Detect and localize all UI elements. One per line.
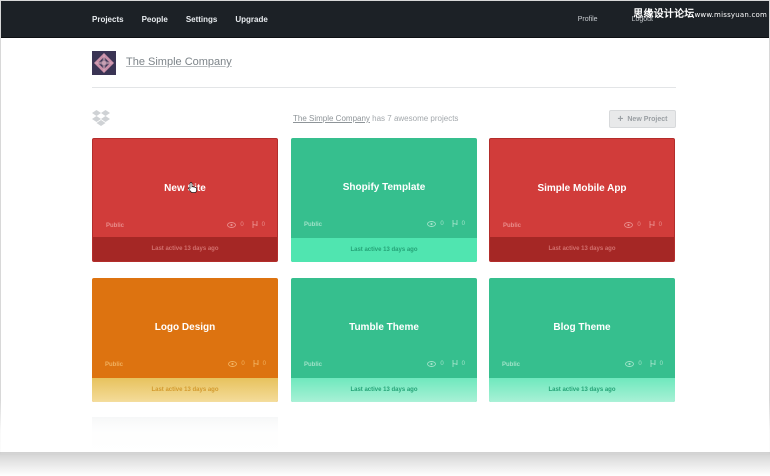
- project-stats: 0 0: [616, 221, 662, 228]
- eye-icon: [427, 220, 437, 227]
- project-title: Blog Theme: [553, 322, 611, 333]
- project-card-blog-theme[interactable]: Blog Theme Public 0 0 Last active 13 day…: [489, 278, 675, 402]
- views-stat: 0: [427, 220, 444, 227]
- main-nav: Projects People Settings Upgrade: [92, 1, 286, 38]
- summary-company-link[interactable]: The Simple Company: [293, 114, 370, 123]
- forks-stat: 0: [452, 220, 465, 227]
- forks-count: 0: [262, 360, 266, 367]
- nav-projects[interactable]: Projects: [92, 15, 124, 24]
- views-stat: 0: [625, 360, 642, 367]
- project-card-simple-mobile-app[interactable]: Simple Mobile App Public 0 0 Last active…: [489, 138, 675, 262]
- new-project-button[interactable]: + New Project: [609, 110, 676, 128]
- forks-count: 0: [461, 360, 465, 367]
- project-stats: 0 0: [219, 221, 265, 228]
- project-title: Logo Design: [154, 322, 216, 333]
- views-stat: 0: [227, 221, 244, 228]
- views-stat: 0: [228, 360, 245, 367]
- summary-text: has 7 awesome projects: [369, 114, 459, 123]
- views-count: 0: [241, 360, 245, 367]
- project-stats: 0 0: [419, 220, 465, 227]
- project-card-tumble-theme[interactable]: Tumble Theme Public 0 0 Last active 13 d…: [291, 278, 477, 402]
- project-card-logo-design[interactable]: Logo Design Public 0 0 Last active 13 da…: [92, 278, 278, 402]
- project-last-active: Last active 13 days ago: [291, 378, 477, 402]
- forks-stat: 0: [649, 221, 662, 228]
- project-title: Simple Mobile App: [537, 183, 627, 194]
- project-last-active: Last active 13 days ago: [291, 238, 477, 262]
- hand-cursor-icon: [188, 180, 197, 198]
- company-logo: [92, 51, 116, 75]
- forks-stat: 0: [252, 221, 265, 228]
- project-visibility: Public: [304, 222, 323, 228]
- new-project-label: New Project: [627, 115, 668, 123]
- views-count: 0: [240, 221, 244, 228]
- project-card-new-site[interactable]: New Site Public 0 0 Last active 13 days …: [92, 138, 278, 262]
- watermark: 思缘设计论坛www.missyuan.com: [633, 5, 767, 20]
- project-last-active: Last active 13 days ago: [490, 237, 674, 261]
- projects-summary: The Simple Company has 7 awesome project…: [293, 114, 458, 123]
- project-last-active: Last active 13 days ago: [92, 378, 278, 402]
- views-stat: 0: [624, 221, 641, 228]
- fork-icon: [452, 220, 458, 227]
- forks-count: 0: [261, 221, 265, 228]
- project-visibility: Public: [503, 223, 522, 229]
- views-count: 0: [637, 221, 641, 228]
- forks-count: 0: [658, 221, 662, 228]
- fork-icon: [650, 360, 656, 367]
- eye-icon: [228, 360, 238, 367]
- nav-upgrade[interactable]: Upgrade: [235, 15, 267, 24]
- project-visibility: Public: [304, 362, 323, 368]
- watermark-url: www.missyuan.com: [694, 11, 767, 19]
- eye-icon: [624, 221, 634, 228]
- project-stats: 0 0: [617, 360, 663, 367]
- project-title: Tumble Theme: [349, 322, 419, 333]
- views-count: 0: [440, 360, 444, 367]
- window-shadow: [0, 452, 770, 476]
- fork-icon: [253, 360, 259, 367]
- app-window: Projects People Settings Upgrade Profile…: [0, 0, 770, 455]
- fork-icon: [452, 360, 458, 367]
- project-visibility: Public: [106, 223, 125, 229]
- eye-icon: [625, 360, 635, 367]
- project-card-shopify-template[interactable]: Shopify Template Public 0 0 Last active …: [291, 138, 477, 262]
- eye-icon: [227, 221, 237, 228]
- project-visibility: Public: [105, 362, 124, 368]
- forks-stat: 0: [452, 360, 465, 367]
- fork-icon: [649, 221, 655, 228]
- project-title: Shopify Template: [342, 182, 426, 193]
- project-title: New Site: [164, 183, 206, 194]
- project-last-active: Last active 13 days ago: [93, 237, 277, 261]
- company-logo-icon: [92, 51, 116, 75]
- dropbox-icon: [92, 110, 110, 126]
- nav-settings[interactable]: Settings: [186, 15, 218, 24]
- top-nav-bar: Projects People Settings Upgrade Profile…: [1, 1, 769, 38]
- eye-icon: [427, 360, 437, 367]
- project-card-partial[interactable]: [92, 417, 278, 454]
- fork-icon: [252, 221, 258, 228]
- project-stats: 0 0: [419, 360, 465, 367]
- nav-people[interactable]: People: [142, 15, 168, 24]
- views-count: 0: [440, 220, 444, 227]
- project-last-active: Last active 13 days ago: [489, 378, 675, 402]
- forks-count: 0: [659, 360, 663, 367]
- forks-count: 0: [461, 220, 465, 227]
- company-name-link[interactable]: The Simple Company: [126, 56, 232, 68]
- header-divider: [92, 87, 676, 88]
- views-count: 0: [638, 360, 642, 367]
- forks-stat: 0: [650, 360, 663, 367]
- project-visibility: Public: [502, 362, 521, 368]
- plus-icon: +: [617, 113, 624, 125]
- watermark-main: 思缘设计论坛: [633, 9, 695, 20]
- views-stat: 0: [427, 360, 444, 367]
- nav-profile[interactable]: Profile: [578, 16, 598, 23]
- project-stats: 0 0: [220, 360, 266, 367]
- forks-stat: 0: [253, 360, 266, 367]
